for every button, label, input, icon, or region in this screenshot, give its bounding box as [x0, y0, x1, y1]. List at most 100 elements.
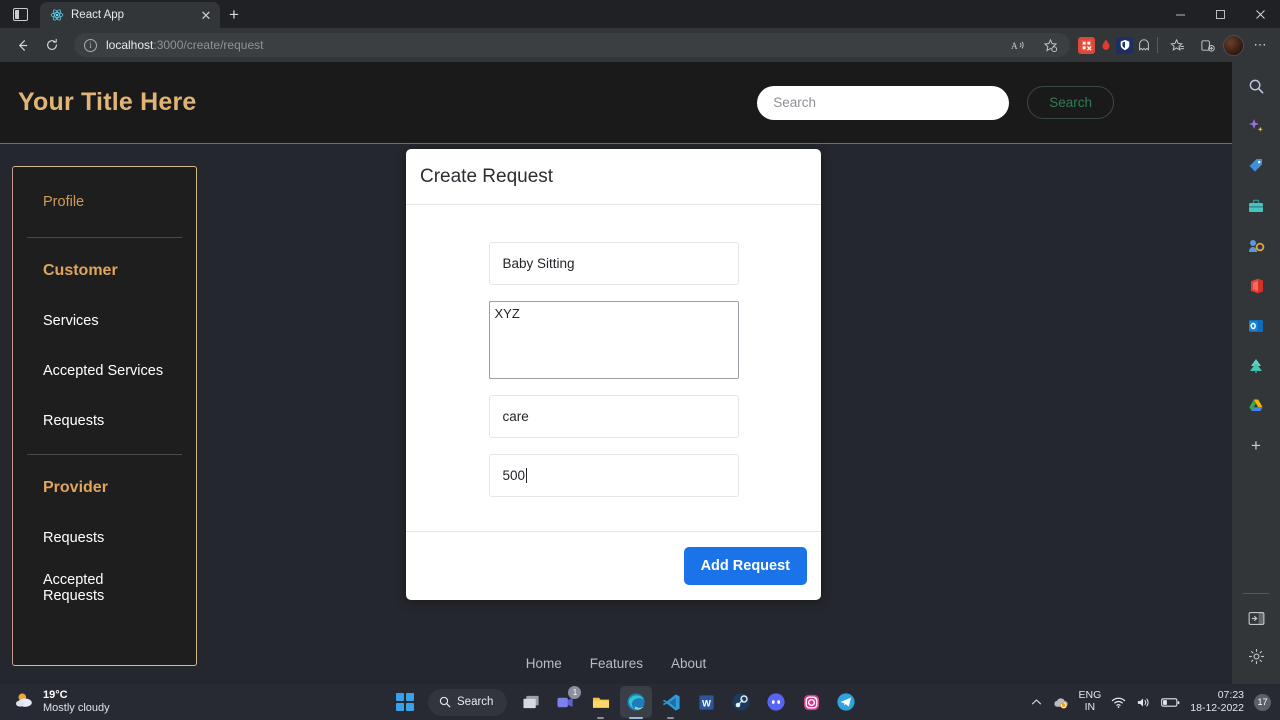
collections-icon[interactable] [1193, 32, 1221, 58]
microsoft-word-icon[interactable]: W [690, 686, 722, 718]
sidebar-settings-icon[interactable] [1242, 642, 1270, 670]
onedrive-sync-icon[interactable] [1052, 695, 1069, 710]
address-bar[interactable]: i localhost:3000/create/request A [74, 33, 1070, 57]
microsoft-teams-icon[interactable]: 1 [550, 686, 582, 718]
start-icon[interactable] [390, 687, 420, 717]
sidebar-divider [27, 454, 182, 455]
search-button[interactable]: Search [1027, 86, 1114, 119]
price-input[interactable]: 500 [488, 454, 739, 497]
footer-nav: Home Features About [0, 656, 1232, 671]
adblock-icon[interactable] [1097, 37, 1114, 54]
sidebar-item-services[interactable]: Services [13, 296, 196, 346]
tab-title: React App [71, 9, 125, 21]
close-icon[interactable]: ✕ [198, 9, 214, 22]
weather-temperature: 19°C [43, 688, 68, 701]
bitwarden-icon[interactable] [1116, 36, 1133, 54]
footer-link-home[interactable]: Home [526, 656, 562, 671]
sidebar-item-provider-requests[interactable]: Requests [13, 513, 196, 563]
search-input[interactable] [757, 85, 1010, 120]
add-request-button[interactable]: Add Request [683, 547, 807, 585]
steam-icon[interactable] [725, 686, 757, 718]
reload-icon[interactable] [38, 32, 66, 58]
card-header: Create Request [406, 149, 821, 205]
svg-text:A: A [1011, 40, 1018, 50]
sidebar-item-accepted-services[interactable]: Accepted Services [13, 346, 196, 396]
header-actions: Search [757, 85, 1214, 120]
wifi-icon[interactable] [1111, 696, 1126, 709]
new-tab-button[interactable]: + [220, 2, 248, 28]
page-body: Profile Customer Services Accepted Servi… [0, 144, 1232, 684]
instagram-icon[interactable] [795, 686, 827, 718]
svg-text:W: W [702, 698, 711, 709]
service-name-input[interactable]: Baby Sitting [488, 242, 739, 285]
text-cursor [526, 468, 528, 483]
search-icon [439, 696, 451, 708]
info-icon[interactable]: i [84, 38, 97, 52]
sidebar-heading-provider: Provider [43, 479, 108, 496]
taskbar-search-button[interactable]: Search [428, 688, 508, 716]
sidebar-item-accepted-requests[interactable]: Accepted Requests [13, 563, 196, 613]
close-window-button[interactable] [1240, 0, 1280, 28]
telegram-icon[interactable] [830, 686, 862, 718]
google-drive-icon[interactable] [1242, 392, 1270, 420]
battery-icon[interactable] [1161, 697, 1180, 708]
browser-tab[interactable]: React App ✕ [40, 2, 220, 28]
browser-window: React App ✕ + i localhost:3000/create/re… [0, 0, 1280, 684]
tab-strip: React App ✕ + [0, 0, 1280, 28]
weather-description: Mostly cloudy [43, 702, 110, 714]
create-request-card: Create Request Baby Sitting XYZ care 500… [406, 149, 821, 600]
task-view-icon[interactable] [515, 686, 547, 718]
volume-icon[interactable] [1136, 696, 1151, 709]
language-indicator[interactable]: ENG IN [1079, 690, 1102, 713]
collapse-sidebar-icon[interactable] [1242, 604, 1270, 632]
tools-briefcase-icon[interactable] [1242, 192, 1270, 220]
windows-taskbar: 19°C Mostly cloudy Search 1 W ENG IN 07:… [0, 684, 1280, 720]
category-input[interactable]: care [488, 395, 739, 438]
office-icon[interactable] [1242, 272, 1270, 300]
ghost-extension-icon[interactable] [1135, 37, 1152, 54]
avatar[interactable] [1223, 34, 1244, 56]
sidebar-divider [1243, 593, 1269, 594]
show-hidden-icons-icon[interactable] [1031, 698, 1042, 707]
outlook-icon[interactable] [1242, 312, 1270, 340]
system-tray: ENG IN 07:23 18-12-2022 17 [1031, 689, 1280, 715]
browser-toolbar: i localhost:3000/create/request A ⋯ [0, 28, 1280, 62]
dropbox-tree-icon[interactable] [1242, 352, 1270, 380]
taskbar-apps: Search 1 W [390, 686, 862, 719]
page-viewport: Your Title Here Search Profile Customer … [0, 62, 1280, 684]
copilot-sparkle-icon[interactable] [1242, 112, 1270, 140]
maximize-button[interactable] [1200, 0, 1240, 28]
back-arrow-icon[interactable] [8, 32, 36, 58]
extension-icon-red[interactable] [1078, 36, 1095, 54]
sidebar-item-profile[interactable]: Profile [13, 167, 196, 229]
read-aloud-icon[interactable]: A [1004, 32, 1032, 58]
minimize-button[interactable] [1160, 0, 1200, 28]
microsoft-edge-icon[interactable] [620, 686, 653, 719]
games-icon[interactable] [1242, 232, 1270, 260]
address-bar-actions: A [1004, 32, 1064, 58]
favorite-star-icon[interactable] [1036, 32, 1064, 58]
more-options-icon[interactable]: ⋯ [1246, 32, 1274, 58]
vs-code-icon[interactable] [655, 686, 687, 719]
taskbar-weather-widget[interactable]: 19°C Mostly cloudy [0, 689, 390, 715]
price-input-value: 500 [502, 468, 526, 483]
file-explorer-icon[interactable] [585, 686, 617, 719]
card-footer: Add Request [406, 531, 821, 600]
sidebar-nav: Profile Customer Services Accepted Servi… [12, 166, 197, 666]
sidebar-item-customer-requests[interactable]: Requests [13, 396, 196, 446]
description-textarea[interactable]: XYZ [488, 301, 739, 379]
search-icon[interactable] [1242, 72, 1270, 100]
weather-text: 19°C Mostly cloudy [43, 689, 110, 715]
url-path: :3000/create/request [153, 38, 264, 52]
discord-icon[interactable] [760, 686, 792, 718]
notification-badge[interactable]: 17 [1254, 693, 1271, 711]
add-sidebar-app-icon[interactable]: + [1242, 432, 1270, 460]
tab-search-icon[interactable] [0, 0, 40, 28]
taskbar-clock[interactable]: 07:23 18-12-2022 [1190, 689, 1244, 715]
site-header: Your Title Here Search [0, 62, 1232, 144]
teams-badge: 1 [568, 686, 582, 699]
shopping-tag-icon[interactable] [1242, 152, 1270, 180]
footer-link-features[interactable]: Features [590, 656, 643, 671]
footer-link-about[interactable]: About [671, 656, 706, 671]
favorites-icon[interactable] [1163, 32, 1191, 58]
